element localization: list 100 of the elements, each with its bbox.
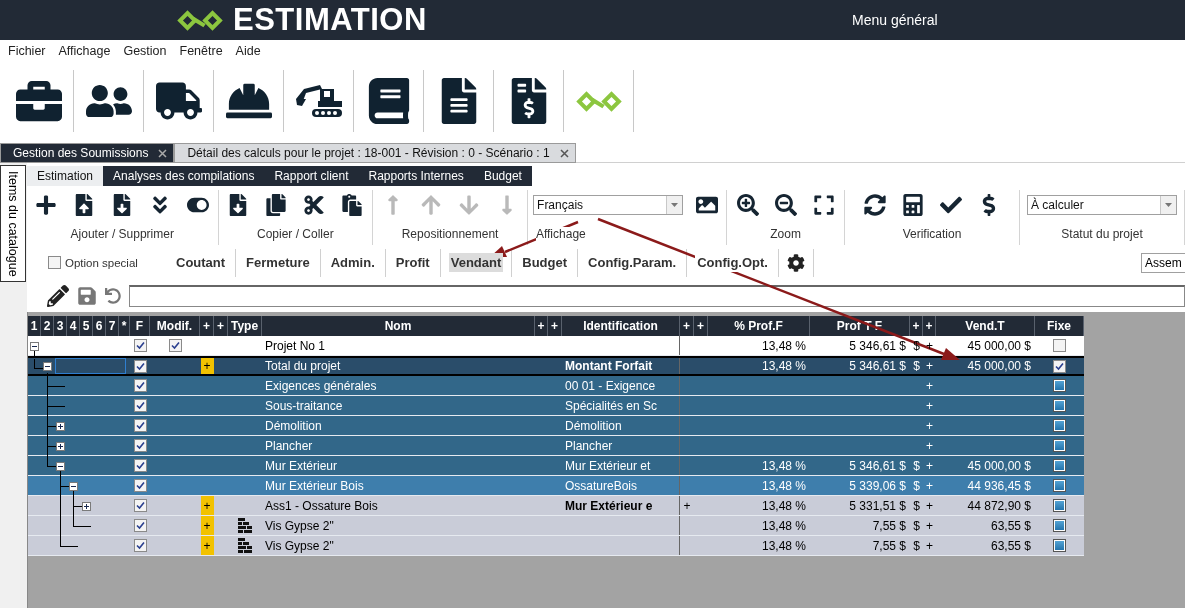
menu-item[interactable]: Aide: [235, 44, 261, 58]
table-cell: OssatureBois: [565, 478, 638, 493]
table-cell: Mur Extérieur et: [565, 458, 651, 473]
ribbon-tab[interactable]: Estimation: [27, 166, 104, 186]
table-row[interactable]: + Ass1 - Ossature Bois Mur Extérieur e + 13,48 % 5 331,51 $ $ + 44 872,90 $: [28, 496, 1084, 516]
table-row[interactable]: Sous-traitance Spécialités en Sc +: [28, 396, 1084, 416]
menu-item[interactable]: Fenêtre: [179, 44, 223, 58]
table-row[interactable]: Démolition Démolition +: [28, 416, 1084, 436]
expand-icon[interactable]: [82, 501, 91, 511]
add-badge[interactable]: +: [200, 536, 214, 555]
focus-outline: [55, 358, 126, 374]
checkbox[interactable]: [133, 399, 147, 412]
save-icon[interactable]: [77, 286, 97, 306]
dropdown[interactable]: Français: [533, 195, 684, 215]
caret-icon: [671, 203, 679, 207]
checkbox[interactable]: [1053, 419, 1066, 432]
checkbox[interactable]: [1053, 459, 1066, 472]
checkbox[interactable]: [133, 539, 147, 552]
checkbox[interactable]: [133, 359, 147, 373]
checkbox[interactable]: [133, 379, 147, 392]
checkbox-label: Option special: [65, 256, 138, 269]
table-row[interactable]: Mur Extérieur Bois OssatureBois 13,48 % 5 339,06 $ $ + 44 936,45 $: [28, 476, 1084, 496]
table-cell: 63,55 $: [990, 538, 1031, 553]
view-button[interactable]: Budget: [512, 248, 579, 277]
table-row[interactable]: + Total du projet Montant Forfait 13,48 % 5 346,61 $ $ + 45 000,00 $: [28, 356, 1084, 376]
view-button[interactable]: Coutant: [166, 248, 237, 277]
add-badge[interactable]: +: [200, 516, 214, 535]
view-button[interactable]: Config.Param.: [578, 248, 688, 277]
checkbox[interactable]: [133, 499, 147, 512]
view-button[interactable]: Profit: [385, 248, 441, 277]
ribbon-tab[interactable]: Analyses des compilations: [103, 166, 265, 186]
view-button[interactable]: Admin.: [320, 248, 386, 277]
undo-icon[interactable]: [105, 288, 121, 304]
side-tab[interactable]: Items du catalogue: [0, 165, 26, 282]
fit-icon: [812, 194, 835, 216]
ribbon-tab[interactable]: Rapport client: [264, 166, 359, 186]
close-icon[interactable]: [559, 148, 569, 158]
checkbox[interactable]: [48, 256, 61, 269]
table-cell: 5 331,51 $: [849, 498, 906, 513]
checkbox[interactable]: [1053, 379, 1066, 392]
checkbox[interactable]: [1053, 519, 1066, 532]
document-tab[interactable]: Gestion des Soumissions: [0, 143, 175, 163]
refresh-icon: [864, 194, 887, 216]
checkbox[interactable]: [133, 439, 147, 452]
toolbox-icon: [15, 78, 62, 124]
view-button[interactable]: Fermeture: [236, 248, 321, 277]
expand-icon[interactable]: [56, 421, 65, 431]
checkbox[interactable]: [1053, 479, 1066, 492]
close-icon[interactable]: [158, 148, 168, 158]
menu-item[interactable]: Affichage: [58, 44, 111, 58]
table-cell: Projet No 1: [265, 338, 326, 353]
checkbox[interactable]: [133, 459, 147, 472]
pencil-icon[interactable]: [47, 285, 69, 307]
checkbox[interactable]: [133, 479, 147, 492]
collapse-icon[interactable]: [43, 362, 52, 371]
table-row[interactable]: Plancher Plancher +: [28, 436, 1084, 456]
collapse-icon[interactable]: [30, 341, 39, 351]
checkbox[interactable]: [1053, 359, 1066, 373]
checkbox[interactable]: [133, 419, 147, 432]
plus-icon: [35, 194, 58, 216]
menu-item[interactable]: Fichier: [8, 44, 46, 58]
table-row[interactable]: Exigences générales 00 01 - Exigence +: [28, 376, 1084, 396]
checkbox[interactable]: [1053, 399, 1066, 412]
checkbox[interactable]: [168, 339, 182, 352]
collapse-icon[interactable]: [56, 461, 65, 471]
checkbox[interactable]: [1053, 439, 1066, 452]
dropdown[interactable]: Assem: [1141, 252, 1185, 273]
main-menu-link[interactable]: Menu général: [852, 12, 938, 28]
formula-field[interactable]: [129, 285, 1185, 307]
menu-item[interactable]: Gestion: [123, 44, 167, 58]
view-button[interactable]: Vendant: [440, 248, 513, 277]
table-row[interactable]: + Vis Gypse 2" 13,48 % 7,55 $ $ + 63,55 $: [28, 516, 1084, 536]
document-tab[interactable]: Détail des calculs pour le projet : 18-001 - Révision : 0 - Scénario : 1: [174, 143, 576, 163]
checkbox[interactable]: [1053, 539, 1066, 552]
table-cell: +: [926, 518, 933, 533]
add-badge[interactable]: +: [200, 496, 214, 515]
table-cell: 44 872,90 $: [967, 498, 1031, 513]
expand-icon[interactable]: [56, 441, 65, 451]
dropdown[interactable]: À calculer: [1027, 195, 1178, 215]
add-badge[interactable]: +: [200, 358, 214, 374]
collapse-icon[interactable]: [69, 481, 78, 491]
option-checkbox[interactable]: Option special: [48, 256, 166, 269]
logo-icon: [573, 88, 624, 114]
checkbox[interactable]: [1053, 339, 1066, 352]
table-cell: 13,48 %: [761, 518, 806, 533]
table-cell: $: [913, 518, 920, 533]
checkbox[interactable]: [133, 519, 147, 532]
table-cell: Démolition: [565, 418, 622, 433]
table-row[interactable]: Mur Extérieur Mur Extérieur et 13,48 % 5 346,61 $ $ + 45 000,00 $: [28, 456, 1084, 476]
table-cell: +: [926, 458, 933, 473]
ribbon-tab[interactable]: Budget: [473, 166, 532, 186]
checkbox[interactable]: [1053, 499, 1066, 512]
view-button[interactable]: Config.Opt.: [687, 248, 779, 277]
table-cell: Vis Gypse 2": [265, 518, 334, 533]
ribbon-tab[interactable]: Rapports Internes: [358, 166, 474, 186]
table-cell: +: [683, 498, 691, 513]
checkbox[interactable]: [133, 339, 147, 352]
table-row[interactable]: + Vis Gypse 2" 13,48 % 7,55 $ $ + 63,55 $: [28, 536, 1084, 556]
table-cell: Total du projet: [265, 359, 341, 373]
caret-icon: [1165, 203, 1173, 207]
